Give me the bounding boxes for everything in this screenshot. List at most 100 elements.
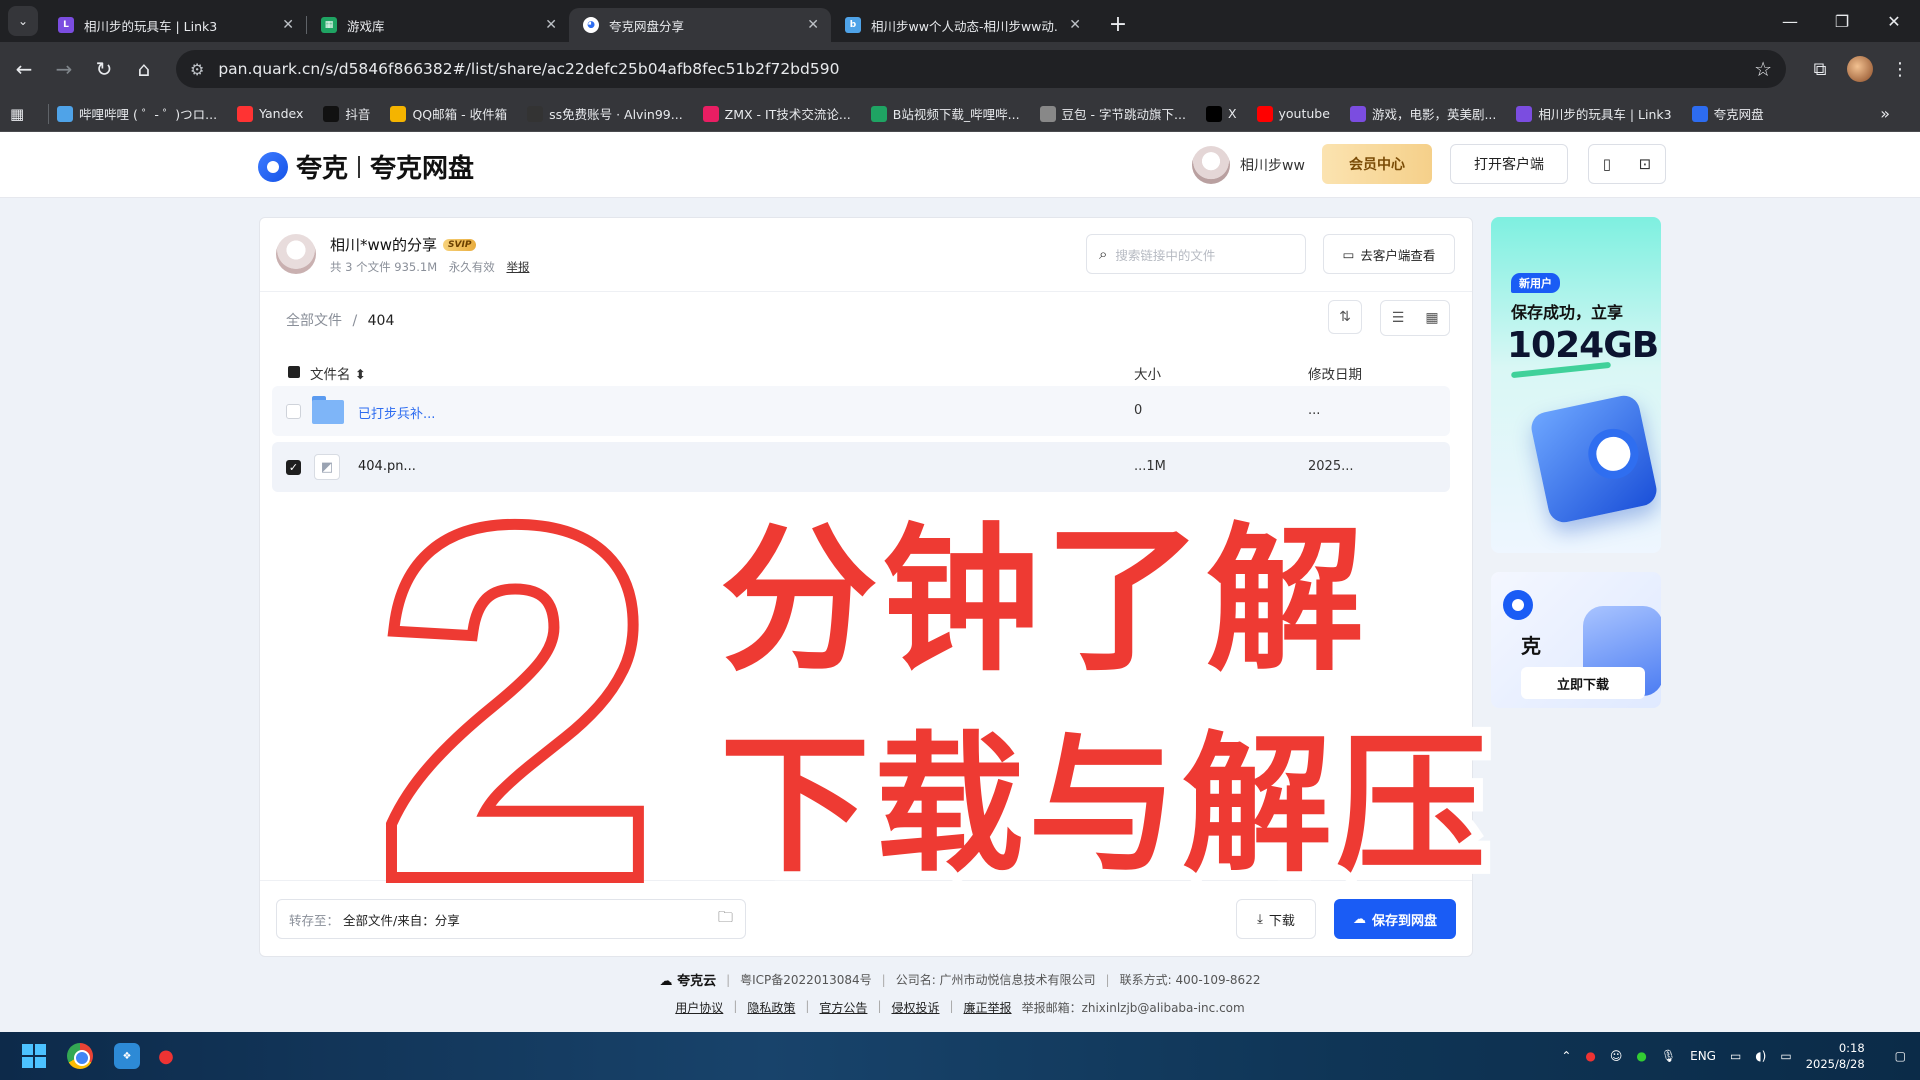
desktop-app-icon[interactable]: ⊡ [1639,155,1652,173]
bookmark-item[interactable]: Yandex [237,104,303,123]
table-row[interactable]: 已打步兵补... 0 ... [272,386,1450,436]
report-link[interactable]: 举报 [506,260,529,274]
clock[interactable]: 0:18 2025/8/28 [1806,1040,1879,1072]
reload-icon[interactable]: ↻ [84,49,124,89]
bookmark-item[interactable]: 豆包 - 字节跳动旗下... [1039,104,1186,123]
search-input[interactable]: ⌕ 搜索链接中的文件 [1086,234,1306,274]
bookmark-divider [48,103,49,124]
apps-grid-icon[interactable]: ▦ [10,105,34,123]
language-indicator[interactable]: ENG [1690,1049,1716,1063]
bookmark-item[interactable]: X [1205,104,1237,123]
bookmark-item[interactable]: QQ邮箱 - 收件箱 [390,104,507,123]
mobile-app-icon[interactable]: ▯ [1603,155,1611,173]
list-view-icon[interactable]: ☰ [1381,301,1415,335]
view-in-client-button[interactable]: ▭ 去客户端查看 [1323,234,1455,274]
row-checkbox[interactable] [286,404,301,419]
close-icon[interactable]: ✕ [282,17,294,33]
vip-center-button[interactable]: 会员中心 [1322,144,1432,184]
bookmark-item[interactable]: 抖音 [323,104,370,123]
site-info-icon[interactable]: ⚙ [190,60,204,79]
profile-avatar[interactable] [1840,49,1880,89]
save-to-drive-button[interactable]: ☁ 保存到网盘 [1334,899,1456,939]
file-name[interactable]: 404.pn... [358,459,416,474]
download-button[interactable]: ⤓ 下载 [1236,899,1316,939]
close-icon[interactable]: ✕ [545,17,557,33]
recorder-icon[interactable]: ● [146,1036,186,1076]
forward-icon[interactable]: → [44,49,84,89]
bookmark-item[interactable]: ss免费账号 · Alvin99... [527,104,683,123]
mic-tray-icon[interactable]: 🎙 [1661,1049,1676,1063]
chrome-icon[interactable] [60,1036,100,1076]
close-window-icon[interactable]: ✕ [1868,0,1920,42]
bookmark-item[interactable]: 哔哩哔哩 ( ゜- ゜)つロ... [57,104,217,123]
notification-icon[interactable]: ▢ [1895,1049,1906,1063]
tab-quark-share[interactable]: ◕ 夸克网盘分享 ✕ [569,8,831,42]
quark-logo[interactable]: 夸克 夸克网盘 [258,148,474,185]
bookmark-star-icon[interactable]: ☆ [1754,57,1772,81]
footer-link-integrity[interactable]: 廉正举报 [964,999,1012,1016]
bookmark-item[interactable]: 相川步的玩具车 | Link3 [1516,104,1672,123]
wechat-tray-icon[interactable]: ● [1636,1049,1646,1063]
tab-bilibili[interactable]: b 相川步ww个人动态-相川步ww动... ✕ [831,8,1093,42]
close-icon[interactable]: ✕ [807,17,819,33]
column-size[interactable]: 大小 [1134,363,1161,383]
battery-icon[interactable]: ▭ [1780,1049,1791,1063]
promo-banner-app[interactable]: 克 立即下载 [1491,572,1661,708]
sort-icon[interactable]: ⇅ [1328,300,1362,334]
volume-icon[interactable]: ◖) [1755,1049,1766,1063]
save-location-field[interactable]: 转存至： 全部文件/来自：分享 🗀 [276,899,746,939]
bookmark-item[interactable]: 游戏，电影，英美剧... [1349,104,1496,123]
promo-text: 保存成功，立享 [1511,303,1624,322]
view-in-client-label: 去客户端查看 [1360,247,1436,263]
bookmark-item[interactable]: ZMX - IT技术交流论... [702,104,851,123]
new-tab-button[interactable]: + [1103,9,1133,39]
icp-number[interactable]: 粤ICP备2022013084号 [740,971,872,988]
grid-view-icon[interactable]: ▦ [1415,301,1449,335]
app-icon[interactable]: ❖ [114,1043,140,1069]
column-date[interactable]: 修改日期 [1308,363,1362,383]
breadcrumb-root[interactable]: 全部文件 [286,313,342,329]
start-menu-icon[interactable] [14,1036,54,1076]
column-name[interactable]: 文件名 ⬍ [310,363,366,383]
link3-icon: L [58,17,74,33]
douyin-icon [323,105,340,122]
bookmark-item[interactable]: B站视频下载_哔哩哔... [870,104,1020,123]
tray-overflow-icon[interactable]: ⌃ [1561,1049,1571,1063]
close-icon[interactable]: ✕ [1069,17,1081,33]
row-checkbox-checked[interactable]: ✓ [286,460,301,475]
restore-icon[interactable]: ❐ [1816,0,1868,42]
bookmark-item[interactable]: 夸克网盘 [1691,104,1764,123]
tab-game-library[interactable]: ▦ 游戏库 ✕ [307,8,569,42]
record-tray-icon[interactable]: ● [1585,1049,1595,1063]
more-bookmarks-icon[interactable]: » [1880,104,1890,123]
download-now-button[interactable]: 立即下载 [1521,667,1645,699]
network-icon[interactable]: ▭ [1730,1049,1741,1063]
more-menu-icon[interactable]: ⋮ [1880,49,1920,89]
doubao-icon [1039,105,1056,122]
site-footer: ☁ 夸克云 | 粤ICP备2022013084号 | 公司名: 广州市动悦信息技… [0,970,1920,1016]
extensions-icon[interactable]: ⧉ [1800,49,1840,89]
file-date: ... [1308,403,1321,418]
bookmark-label: 豆包 - 字节跳动旗下... [1061,107,1186,122]
footer-link-announcements[interactable]: 官方公告 [819,999,867,1016]
save-to-value: 全部文件/来自：分享 [343,912,460,928]
address-bar[interactable]: ⚙ pan.quark.cn/s/d5846f866382#/list/shar… [176,50,1786,88]
qq-tray-icon[interactable]: ☺ [1610,1049,1623,1063]
bookmark-item[interactable]: youtube [1256,104,1330,123]
url-text[interactable]: pan.quark.cn/s/d5846f866382#/list/share/… [218,60,1754,78]
folder-picker-icon[interactable]: 🗀 [718,907,733,932]
select-all-checkbox[interactable] [288,366,300,378]
user-menu[interactable]: 相川步ww [1192,146,1305,184]
home-icon[interactable]: ⌂ [124,49,164,89]
footer-link-terms[interactable]: 用户协议 [675,999,723,1016]
minimize-icon[interactable]: — [1764,0,1816,42]
tab-link3[interactable]: L 相川步的玩具车 | Link3 ✕ [44,8,306,42]
table-row[interactable]: ✓ ◩ 404.pn... ...1M 2025... [272,442,1450,492]
promo-banner-storage[interactable]: 新用户 保存成功，立享 1024GB [1491,217,1661,553]
open-client-button[interactable]: 打开客户端 [1450,144,1568,184]
footer-link-privacy[interactable]: 隐私政策 [747,999,795,1016]
footer-link-infringement[interactable]: 侵权投诉 [891,999,939,1016]
tab-search-icon[interactable]: ⌄ [8,6,38,36]
back-icon[interactable]: ← [4,49,44,89]
file-name[interactable]: 已打步兵补... [358,403,435,422]
